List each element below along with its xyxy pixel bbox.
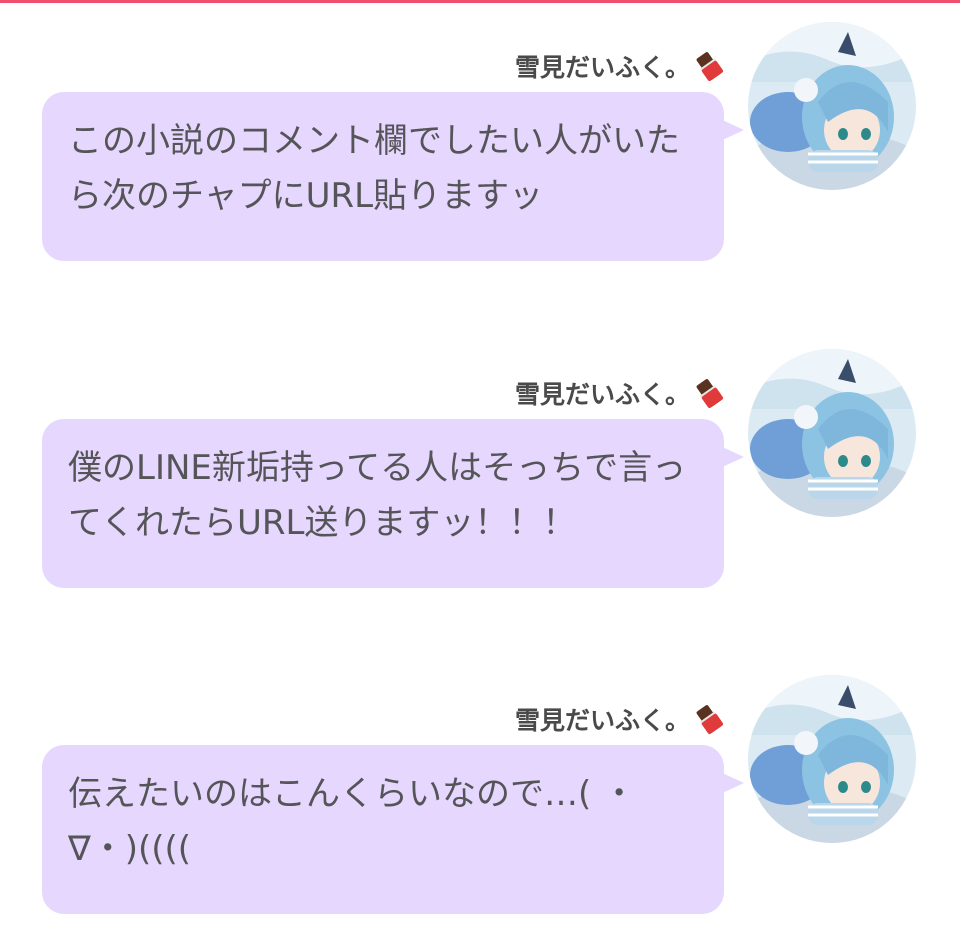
bubble-tail	[718, 118, 744, 142]
message-bubble: この小説のコメント欄でしたい人がいたら次のチャプにURL貼りますッ	[42, 92, 724, 261]
chat-message: 雪見だいふく。 この小説のコメント欄でしたい人がいたら次のチャプにURL貼ります…	[0, 22, 960, 272]
avatar[interactable]	[748, 22, 916, 190]
chat-message: 雪見だいふく。 伝えたいのはこんくらいなので…( ・∇・)((((	[0, 675, 960, 925]
avatar[interactable]	[748, 675, 916, 843]
sender-name: 雪見だいふく。	[514, 701, 724, 737]
bubble-tail	[718, 771, 744, 795]
message-bubble: 僕のLINE新垢持ってる人はそっちで言ってくれたらURL送りますッ！！！	[42, 419, 724, 588]
chocolate-bar-icon	[691, 48, 727, 84]
sender-name-label: 雪見だいふく。	[514, 706, 690, 735]
chocolate-bar-icon	[691, 375, 727, 411]
top-accent-line	[0, 0, 960, 3]
message-bubble: 伝えたいのはこんくらいなので…( ・∇・)((((	[42, 745, 724, 914]
sender-name-label: 雪見だいふく。	[514, 53, 690, 82]
chat-message: 雪見だいふく。 僕のLINE新垢持ってる人はそっちで言ってくれたらURL送ります…	[0, 349, 960, 599]
sender-name: 雪見だいふく。	[514, 48, 724, 84]
avatar[interactable]	[748, 349, 916, 517]
sender-name: 雪見だいふく。	[514, 375, 724, 411]
sender-name-label: 雪見だいふく。	[514, 380, 690, 409]
chocolate-bar-icon	[691, 701, 727, 737]
bubble-tail	[718, 445, 744, 469]
